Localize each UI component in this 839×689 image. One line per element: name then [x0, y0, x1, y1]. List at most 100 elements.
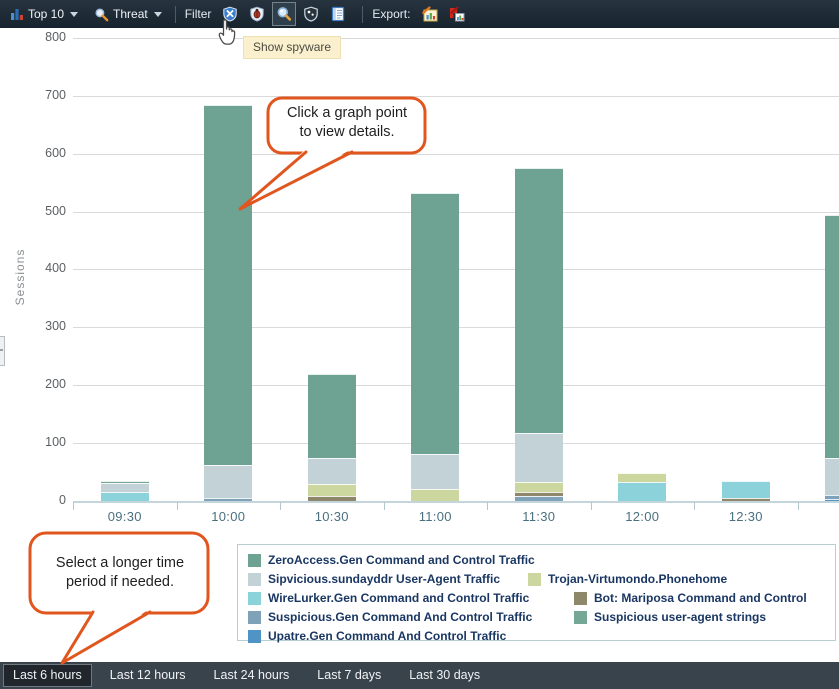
legend-item: ZeroAccess.Gen Command and Control Traff…: [248, 553, 535, 567]
details-page-icon: [330, 6, 346, 22]
chevron-down-icon: [70, 12, 78, 17]
show-details-button[interactable]: [326, 2, 350, 26]
legend-swatch: [574, 592, 587, 605]
y-axis-tick-label: 500: [24, 204, 66, 218]
legend-label: WireLurker.Gen Command and Control Traff…: [268, 591, 529, 605]
y-axis-tick-label: 0: [24, 493, 66, 507]
legend-swatch: [248, 573, 261, 586]
bar-segment[interactable]: [101, 492, 149, 501]
bar-segment[interactable]: [825, 495, 839, 499]
x-axis-tick: [177, 502, 178, 510]
gridline: [73, 38, 839, 39]
x-axis-tick-label: 12:00: [602, 509, 682, 524]
legend-item: Suspicious.Gen Command And Control Traff…: [248, 610, 532, 624]
bar-segment[interactable]: [618, 473, 666, 482]
bar-segment[interactable]: [825, 215, 839, 458]
bar-segment[interactable]: [515, 482, 563, 492]
y-axis-tick-label: 200: [24, 377, 66, 391]
bar-segment[interactable]: [411, 454, 459, 489]
bar-segment[interactable]: [618, 482, 666, 501]
x-axis-tick-label: 11:00: [395, 509, 475, 524]
bar-segment[interactable]: [515, 168, 563, 433]
bar-segment[interactable]: [101, 481, 149, 483]
bar-segment[interactable]: [308, 484, 356, 497]
bar-segment[interactable]: [308, 374, 356, 458]
export-pdf-icon: [448, 6, 465, 22]
bar-segment[interactable]: [722, 481, 770, 498]
graph-point-callout-text: Click a graph point to view details.: [272, 104, 422, 142]
x-axis-tick-label: 11:30: [499, 509, 579, 524]
legend-item: Sipvicious.sundayddr User-Agent Traffic: [248, 572, 500, 586]
bar-segment[interactable]: [515, 492, 563, 495]
virus-bug-shield-icon: [249, 6, 265, 22]
bar-segment[interactable]: [204, 465, 252, 499]
bar-segment[interactable]: [411, 489, 459, 501]
bar-segment[interactable]: [825, 499, 839, 501]
export-csv-button[interactable]: [417, 2, 441, 26]
bar-segment[interactable]: [411, 193, 459, 454]
legend-swatch: [528, 573, 541, 586]
legend-item: Upatre.Gen Command And Control Traffic: [248, 629, 506, 643]
legend-swatch: [248, 630, 261, 643]
x-axis-tick-label: 09:30: [85, 509, 165, 524]
bar-segment[interactable]: [722, 498, 770, 501]
sessions-stacked-bar-chart: Sessions 0 100 200 300 400 500 600 700 800 09:30 1…: [0, 0, 839, 540]
y-axis-tick-label: 400: [24, 261, 66, 275]
time-period-callout: [22, 528, 222, 673]
toolbar-separator: [175, 6, 176, 23]
chart-toolbar: Top 10 Threat Filter: [0, 0, 839, 28]
x-axis-tick: [384, 502, 385, 510]
columns-chart-icon: [10, 7, 24, 21]
legend-label: Upatre.Gen Command And Control Traffic: [268, 629, 506, 643]
y-axis-tick-label: 800: [24, 30, 66, 44]
chevron-down-icon: [154, 12, 162, 17]
bar-segment[interactable]: [101, 483, 149, 492]
legend-swatch: [248, 611, 261, 624]
top10-label: Top 10: [28, 7, 64, 21]
toolbar-separator: [362, 6, 363, 23]
export-label: Export:: [372, 7, 410, 21]
vulnerability-shield-dots-icon: [303, 6, 319, 22]
threat-label: Threat: [113, 7, 148, 21]
bar-segment[interactable]: [204, 498, 252, 501]
legend-label: ZeroAccess.Gen Command and Control Traff…: [268, 553, 535, 567]
export-csv-icon: [421, 6, 438, 22]
top10-dropdown[interactable]: Top 10: [6, 5, 82, 23]
threat-activity-screen: Sessions 0 100 200 300 400 500 600 700 800 09:30 1…: [0, 0, 839, 689]
chart-legend: ZeroAccess.Gen Command and Control Traff…: [237, 544, 836, 641]
time-range-tab-last-30-days[interactable]: Last 30 days: [399, 664, 490, 687]
bar-segment[interactable]: [515, 496, 563, 501]
spyware-magnifier-icon: [276, 6, 292, 22]
legend-label: Bot: Mariposa Command and Control: [594, 591, 807, 605]
bar-segment[interactable]: [825, 458, 839, 494]
y-axis-title: Sessions: [13, 227, 27, 327]
scrollbar-dash: [0, 349, 3, 351]
y-axis-tick-label: 700: [24, 88, 66, 102]
y-axis-tick-label: 100: [24, 435, 66, 449]
y-axis-tick-label: 600: [24, 146, 66, 160]
bar-segment[interactable]: [308, 458, 356, 484]
bar-segment[interactable]: [308, 496, 356, 501]
export-pdf-button[interactable]: [444, 2, 468, 26]
show-spyware-tooltip: Show spyware: [243, 36, 341, 59]
show-spyware-button[interactable]: [272, 2, 296, 26]
x-axis-tick: [280, 502, 281, 510]
show-vulnerability-button[interactable]: [299, 2, 323, 26]
bar-segment[interactable]: [515, 433, 563, 482]
legend-label: Trojan-Virtumondo.Phonehome: [548, 572, 727, 586]
legend-item: WireLurker.Gen Command and Control Traff…: [248, 591, 529, 605]
legend-item: Suspicious user-agent strings: [574, 610, 766, 624]
legend-label: Suspicious.Gen Command And Control Traff…: [268, 610, 532, 624]
legend-swatch: [574, 611, 587, 624]
cursor-hand-icon: [216, 15, 240, 45]
time-range-tab-last-7-days[interactable]: Last 7 days: [307, 664, 391, 687]
show-virus-button[interactable]: [245, 2, 269, 26]
threat-magnifier-icon: [94, 7, 109, 22]
left-scrollbar-fragment[interactable]: [0, 336, 5, 366]
legend-item: Trojan-Virtumondo.Phonehome: [528, 572, 727, 586]
y-axis-tick-label: 300: [24, 319, 66, 333]
x-axis-tick-label: 10:00: [188, 509, 268, 524]
threat-dropdown[interactable]: Threat: [90, 5, 166, 24]
legend-label: Suspicious user-agent strings: [594, 610, 766, 624]
x-axis-tick: [591, 502, 592, 510]
